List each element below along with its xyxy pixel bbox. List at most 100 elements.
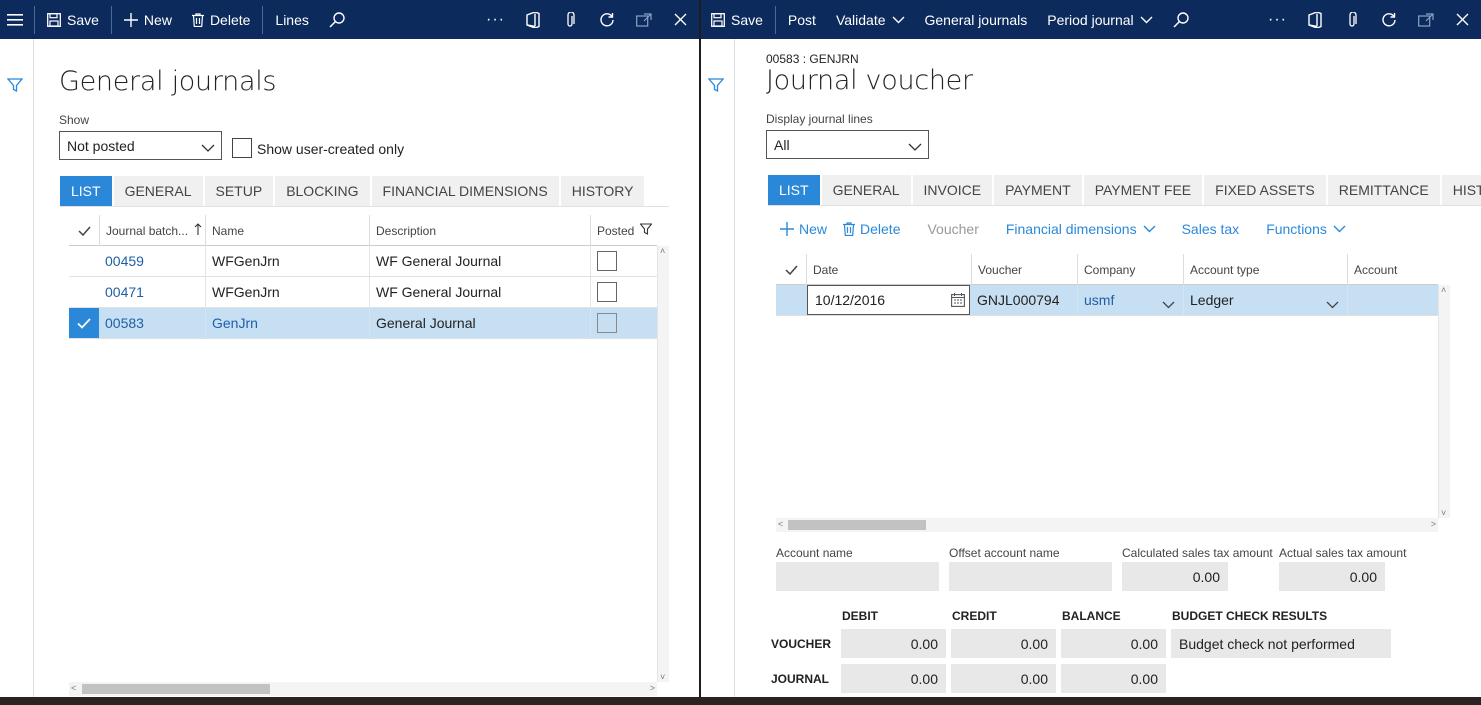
tab-list[interactable]: LIST — [768, 175, 820, 205]
posted-checkbox[interactable] — [597, 282, 617, 302]
filter-icon[interactable] — [6, 77, 24, 96]
open-new-window-icon[interactable] — [1407, 0, 1444, 39]
tab-general[interactable]: GENERAL — [113, 176, 203, 206]
table-row-selected[interactable]: 10/12/2016 GNJL000794 usmf Ledger — [776, 285, 1438, 316]
column-journal-batch[interactable]: Journal batch... — [99, 215, 205, 246]
post-button[interactable]: Post — [778, 0, 826, 39]
table-row[interactable]: 00471 WFGenJrn WF General Journal — [69, 277, 657, 308]
show-dropdown[interactable]: Not posted — [59, 131, 222, 160]
tab-fixed-assets[interactable]: FIXED ASSETS — [1204, 175, 1326, 205]
column-account-type[interactable]: Account type — [1183, 254, 1347, 285]
attachment-icon[interactable] — [551, 0, 588, 39]
new-line-button[interactable]: New — [768, 221, 839, 237]
scroll-down-icon[interactable]: ˅ — [1441, 508, 1446, 518]
attachment-icon[interactable] — [1333, 0, 1370, 39]
save-button[interactable]: Save — [37, 0, 109, 39]
table-row-selected[interactable]: 00583 GenJrn General Journal — [69, 308, 657, 339]
date-input[interactable]: 10/12/2016 — [807, 285, 970, 315]
journal-batch-link[interactable]: 00583 — [99, 308, 205, 338]
delete-line-button[interactable]: Delete — [839, 221, 912, 237]
account-header: Account — [1354, 262, 1398, 277]
column-filter-icon[interactable] — [639, 223, 654, 238]
general-journals-button[interactable]: General journals — [915, 0, 1038, 39]
validate-menu[interactable]: Validate — [826, 0, 915, 39]
tab-setup[interactable]: SETUP — [204, 176, 274, 206]
voucher-button[interactable]: Voucher — [912, 221, 990, 237]
tab-list[interactable]: LIST — [60, 176, 112, 206]
horizontal-scroll-thumb[interactable] — [788, 520, 926, 530]
horizontal-scrollbar[interactable]: ˂ ˃ — [69, 682, 657, 696]
period-journal-menu[interactable]: Period journal — [1037, 0, 1162, 39]
account-type-cell[interactable]: Ledger — [1183, 285, 1347, 315]
column-name[interactable]: Name — [205, 215, 369, 246]
functions-menu[interactable]: Functions — [1251, 221, 1358, 237]
new-button[interactable]: New — [114, 0, 182, 39]
tab-invoice[interactable]: INVOICE — [912, 175, 993, 205]
scroll-left-icon[interactable]: ˂ — [71, 683, 76, 693]
column-account[interactable]: Account — [1347, 254, 1438, 285]
filter-icon[interactable] — [707, 77, 725, 96]
delete-button[interactable]: Delete — [182, 0, 260, 39]
row-selected-check-icon[interactable] — [69, 308, 99, 338]
tab-payment[interactable]: PAYMENT — [994, 175, 1082, 205]
scroll-right-icon[interactable]: ˃ — [1431, 519, 1436, 529]
account-cell[interactable] — [1347, 285, 1438, 315]
save-button[interactable]: Save — [701, 0, 773, 39]
scroll-right-icon[interactable]: ˃ — [650, 683, 655, 693]
scroll-down-icon[interactable]: ˅ — [660, 672, 665, 682]
posted-checkbox[interactable] — [597, 251, 617, 271]
posted-checkbox[interactable] — [597, 313, 617, 333]
close-icon[interactable] — [662, 0, 699, 39]
description-header: Description — [376, 223, 437, 238]
chevron-down-icon — [1333, 225, 1346, 233]
voucher-header: Voucher — [978, 262, 1023, 277]
scroll-left-icon[interactable]: ˂ — [778, 519, 783, 529]
financial-dimensions-menu[interactable]: Financial dimensions — [991, 221, 1168, 237]
calendar-icon[interactable] — [951, 293, 965, 310]
name-cell[interactable]: GenJrn — [205, 308, 369, 338]
horizontal-scrollbar[interactable]: ˂ ˃ — [776, 518, 1438, 532]
journal-batch-link[interactable]: 00471 — [99, 277, 205, 307]
filter-pane-rail — [0, 39, 34, 697]
search-icon[interactable] — [319, 0, 356, 39]
column-company[interactable]: Company — [1077, 254, 1183, 285]
tab-payment-fee[interactable]: PAYMENT FEE — [1083, 175, 1203, 205]
vertical-scrollbar[interactable]: ˄ ˅ — [1438, 285, 1450, 518]
tab-history[interactable]: HISTORY — [560, 176, 645, 206]
lines-button[interactable]: Lines — [265, 0, 318, 39]
office-icon[interactable] — [514, 0, 551, 39]
more-options-icon[interactable]: ··· — [1259, 0, 1296, 39]
tab-general[interactable]: GENERAL — [821, 175, 911, 205]
more-options-icon[interactable]: ··· — [477, 0, 514, 39]
company-cell[interactable]: usmf — [1077, 285, 1183, 315]
horizontal-scroll-thumb[interactable] — [82, 684, 270, 694]
tab-financial-dimensions[interactable]: FINANCIAL DIMENSIONS — [371, 176, 559, 206]
refresh-icon[interactable] — [588, 0, 625, 39]
column-date[interactable]: Date — [806, 254, 971, 285]
tab-blocking[interactable]: BLOCKING — [275, 176, 370, 206]
divider — [774, 5, 776, 34]
voucher-lines-grid-header: Date Voucher Company Account type Accoun… — [776, 254, 1438, 285]
journal-batch-link[interactable]: 00459 — [99, 246, 205, 276]
display-lines-dropdown[interactable]: All — [766, 130, 929, 159]
column-voucher[interactable]: Voucher — [971, 254, 1077, 285]
scroll-up-icon[interactable]: ˄ — [660, 246, 665, 256]
close-icon[interactable] — [1444, 0, 1481, 39]
open-new-window-icon[interactable] — [625, 0, 662, 39]
scroll-up-icon[interactable]: ˄ — [1441, 285, 1446, 295]
hamburger-menu-icon[interactable] — [0, 0, 30, 39]
search-icon[interactable] — [1163, 0, 1200, 39]
column-description[interactable]: Description — [369, 215, 591, 246]
user-created-checkbox[interactable] — [232, 138, 252, 158]
tab-remittance[interactable]: REMITTANCE — [1327, 175, 1440, 205]
select-all-check-icon[interactable] — [69, 215, 99, 246]
vertical-scrollbar[interactable]: ˄ ˅ — [657, 246, 669, 682]
select-all-check-icon[interactable] — [776, 254, 806, 285]
sales-tax-button[interactable]: Sales tax — [1168, 221, 1252, 237]
column-posted[interactable]: Posted — [590, 215, 657, 246]
tab-underline — [60, 206, 669, 207]
office-icon[interactable] — [1296, 0, 1333, 39]
table-row[interactable]: 00459 WFGenJrn WF General Journal — [69, 246, 657, 277]
refresh-icon[interactable] — [1370, 0, 1407, 39]
tab-history[interactable]: HISTORY — [1441, 175, 1481, 205]
